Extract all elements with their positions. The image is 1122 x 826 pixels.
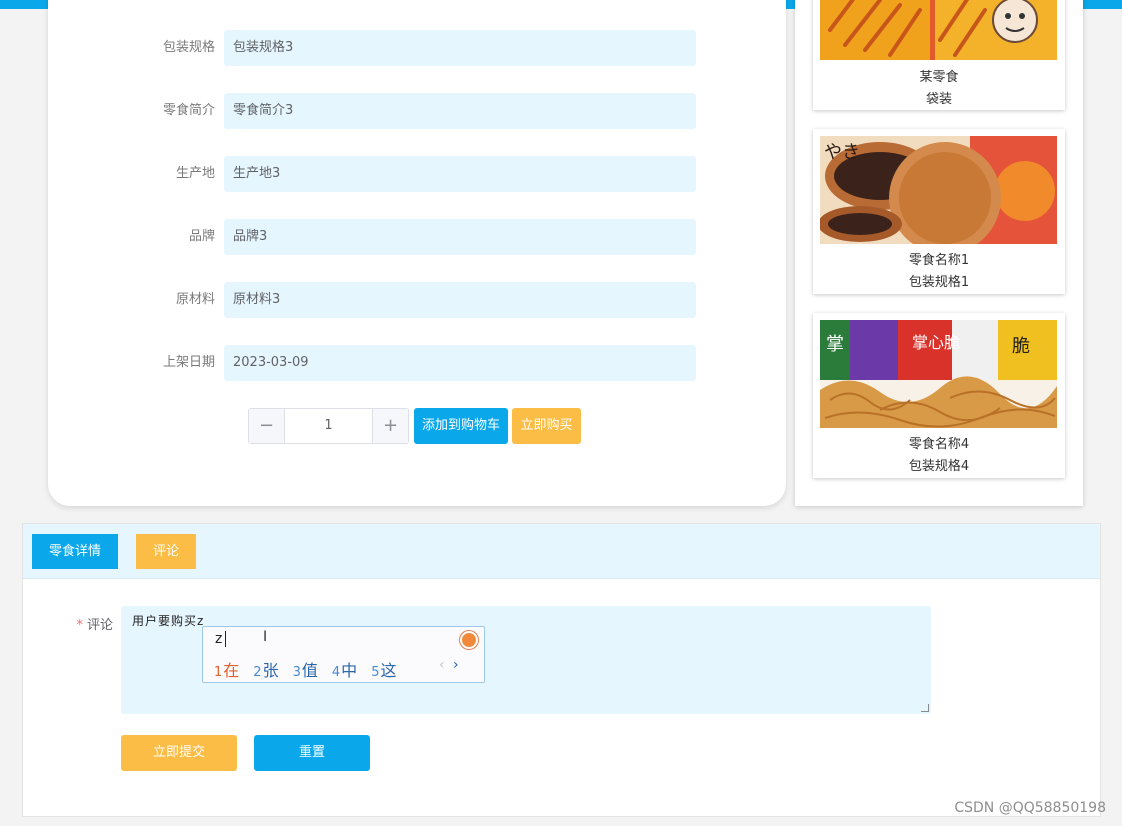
- product-name: 某零食: [919, 70, 959, 85]
- ime-candidate[interactable]: 2张: [253, 661, 278, 680]
- product-spec: 包装规格4: [908, 459, 970, 474]
- field-listing-date: 上架日期 2023-03-09: [48, 345, 786, 381]
- field-value[interactable]: 品牌3: [224, 219, 696, 255]
- increment-button[interactable]: +: [372, 409, 408, 443]
- field-label: 品牌: [188, 229, 215, 244]
- text-cursor-icon: I: [263, 629, 268, 645]
- field-label: 包装规格: [162, 40, 215, 55]
- field-brand: 品牌 品牌3: [48, 219, 786, 255]
- required-mark: *: [76, 618, 83, 633]
- field-value[interactable]: 零食简介3: [224, 93, 696, 129]
- ime-candidate[interactable]: 4中: [332, 661, 357, 680]
- purchase-bar: − 1 + 添加到购物车 立即购买: [48, 408, 786, 444]
- tab-bar: 零食详情 评论: [23, 524, 1100, 579]
- svg-text:掌: 掌: [826, 334, 844, 355]
- resize-handle[interactable]: [921, 704, 929, 712]
- comment-field-label: * 评论: [23, 614, 113, 633]
- ime-prev-page-icon[interactable]: ‹: [439, 657, 445, 673]
- field-label: 零食简介: [162, 103, 215, 118]
- field-ingredients: 原材料 原材料3: [48, 282, 786, 318]
- ime-candidate[interactable]: 3值: [293, 661, 318, 680]
- tab-comments[interactable]: 评论: [136, 534, 196, 569]
- decrement-button[interactable]: −: [249, 409, 285, 443]
- field-value[interactable]: 原材料3: [224, 282, 696, 318]
- comment-text: 用户要购买z: [132, 614, 205, 628]
- quantity-stepper: − 1 +: [248, 408, 409, 444]
- field-label: 生产地: [175, 166, 215, 181]
- field-value[interactable]: 2023-03-09: [224, 345, 696, 381]
- quantity-input[interactable]: 1: [285, 409, 372, 443]
- product-image[interactable]: [820, 0, 1057, 60]
- recommendation-panel: 某零食 袋装 やき 零食名称1 包装规格1 掌 掌心脆 脆 零食名称4 包装规格…: [795, 0, 1083, 506]
- ime-next-page-icon[interactable]: ›: [453, 657, 459, 673]
- submit-button[interactable]: 立即提交: [121, 735, 237, 771]
- product-detail-card: 包装规格 包装规格3 零食简介 零食简介3 生产地 生产地3 品牌 品牌3 原材…: [48, 0, 786, 506]
- product-spec: 包装规格1: [908, 275, 970, 290]
- ime-candidate-list: 1在 2张 3值 4中 5这: [214, 657, 410, 681]
- product-image[interactable]: 掌 掌心脆 脆: [820, 320, 1057, 428]
- field-value[interactable]: 包装规格3: [224, 30, 696, 66]
- buy-now-button[interactable]: 立即购买: [512, 408, 581, 444]
- ime-candidate[interactable]: 5这: [371, 661, 396, 680]
- ime-caret: [225, 631, 226, 647]
- comment-label-text: 评论: [86, 618, 113, 633]
- recommendation-card[interactable]: 某零食 袋装: [813, 0, 1065, 110]
- add-to-cart-button[interactable]: 添加到购物车: [414, 408, 508, 444]
- product-name: 零食名称1: [908, 253, 970, 268]
- field-description: 零食简介 零食简介3: [48, 93, 786, 129]
- product-image[interactable]: やき: [820, 136, 1057, 244]
- field-package-spec: 包装规格 包装规格3: [48, 30, 786, 66]
- ime-logo-icon[interactable]: [460, 631, 478, 649]
- ime-candidate[interactable]: 1在: [214, 661, 239, 680]
- product-name: 零食名称4: [908, 437, 970, 452]
- svg-text:掌心脆: 掌心脆: [912, 333, 960, 352]
- product-spec: 袋装: [925, 92, 952, 107]
- tab-snack-detail[interactable]: 零食详情: [32, 534, 118, 569]
- reset-button[interactable]: 重置: [254, 735, 370, 771]
- ime-composition-text: z: [215, 631, 223, 647]
- field-label: 上架日期: [162, 355, 215, 370]
- detail-tabs-panel: 零食详情 评论 * 评论 用户要购买z 立即提交 重置: [22, 523, 1101, 817]
- svg-text:やき: やき: [824, 142, 860, 163]
- ime-candidate-window: z I 1在 2张 3值 4中 5这 ‹ ›: [202, 626, 485, 683]
- watermark: CSDN @QQ58850198: [954, 800, 1106, 816]
- field-origin: 生产地 生产地3: [48, 156, 786, 192]
- field-label: 原材料: [175, 292, 215, 307]
- field-value[interactable]: 生产地3: [224, 156, 696, 192]
- recommendation-card[interactable]: 掌 掌心脆 脆 零食名称4 包装规格4: [813, 313, 1065, 478]
- recommendation-card[interactable]: やき 零食名称1 包装规格1: [813, 129, 1065, 294]
- svg-text:脆: 脆: [1012, 336, 1030, 357]
